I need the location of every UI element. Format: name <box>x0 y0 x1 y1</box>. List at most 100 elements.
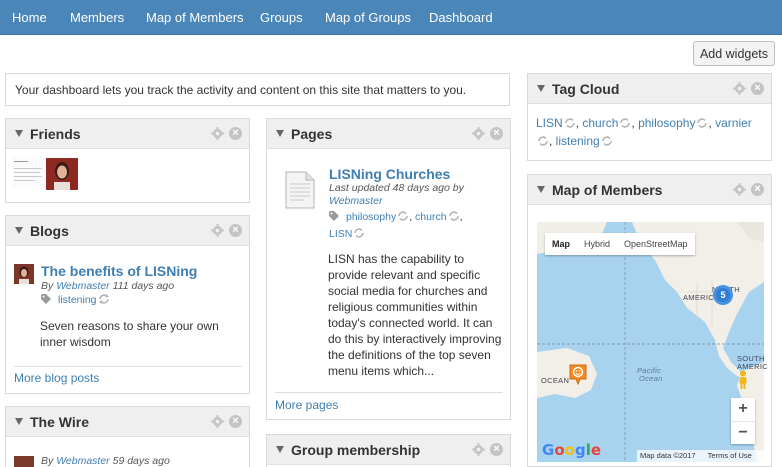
member-marker-icon[interactable] <box>568 363 588 385</box>
wire-author-link[interactable]: Webmaster <box>56 455 110 467</box>
tag-link-listening[interactable]: listening <box>58 294 97 306</box>
tag-cloud-lisn[interactable]: LISN <box>536 116 563 130</box>
gear-icon[interactable] <box>211 415 224 428</box>
by-prefix: By <box>41 280 54 292</box>
wire-byline: By Webmaster 59 days ago <box>41 455 170 467</box>
refresh-icon[interactable] <box>397 211 409 221</box>
close-icon[interactable]: × <box>490 127 503 140</box>
nav-dashboard[interactable]: Dashboard <box>429 10 493 25</box>
top-navigation: Home Members Map of Members Groups Map o… <box>0 0 782 35</box>
tag-link-lisn[interactable]: LISN <box>329 228 352 240</box>
nav-groups[interactable]: Groups <box>260 10 303 25</box>
divider <box>275 392 503 393</box>
friends-title: Friends <box>30 126 81 142</box>
refresh-icon[interactable] <box>448 211 460 221</box>
tag-icon <box>41 294 51 304</box>
map-type-openstreetmap[interactable]: OpenStreetMap <box>617 233 695 255</box>
map-type-control: Map Hybrid OpenStreetMap <box>545 233 695 255</box>
refresh-icon[interactable] <box>353 228 365 238</box>
page-excerpt: LISN has the capability to provide relev… <box>328 252 502 378</box>
refresh-icon[interactable] <box>98 294 110 304</box>
nav-members[interactable]: Members <box>70 10 124 25</box>
collapse-icon[interactable] <box>537 85 545 92</box>
tag-cloud-title: Tag Cloud <box>552 81 620 97</box>
wire-title: The Wire <box>30 414 89 430</box>
tag-link-philosophy[interactable]: philosophy <box>346 211 396 223</box>
page-title-link[interactable]: LISNing Churches <box>329 166 450 182</box>
gear-icon[interactable] <box>472 443 485 456</box>
close-icon[interactable]: × <box>751 82 764 95</box>
close-icon[interactable]: × <box>229 127 242 140</box>
gear-icon[interactable] <box>733 82 746 95</box>
map-type-map[interactable]: Map <box>545 233 577 255</box>
nav-home[interactable]: Home <box>12 10 47 25</box>
close-icon[interactable]: × <box>490 443 503 456</box>
refresh-icon[interactable] <box>564 118 576 128</box>
blog-tags: listening <box>41 294 110 306</box>
gear-icon[interactable] <box>472 127 485 140</box>
map-attribution: Map data ©2017 Terms of Use <box>637 450 764 462</box>
tag-cloud-list: LISN, church, philosophy, varnier , list… <box>536 116 752 148</box>
collapse-icon[interactable] <box>537 186 545 193</box>
blog-time-ago: 111 days ago <box>112 280 175 292</box>
by-prefix: By <box>41 455 54 467</box>
more-pages-link[interactable]: More pages <box>275 398 338 412</box>
blog-byline: By Webmaster 111 days ago <box>41 280 174 292</box>
tag-cloud-listening[interactable]: listening <box>556 134 600 148</box>
street-view-pegman-icon[interactable] <box>736 370 750 390</box>
document-icon <box>285 171 315 209</box>
map-data-credit: Map data ©2017 <box>640 451 696 460</box>
pages-header: Pages × <box>267 119 510 149</box>
more-blog-posts-link[interactable]: More blog posts <box>14 371 99 385</box>
close-icon[interactable]: × <box>229 224 242 237</box>
refresh-icon[interactable] <box>619 118 631 128</box>
close-icon[interactable]: × <box>751 183 764 196</box>
tag-cloud-varnier[interactable]: varnier <box>715 116 752 130</box>
members-map[interactable] <box>537 222 764 462</box>
friend-thumbnail[interactable] <box>12 157 46 187</box>
page-meta: Last updated 48 days ago by Webmaster <box>329 182 499 208</box>
member-cluster-marker[interactable]: 5 <box>713 285 733 305</box>
friends-header: Friends × <box>6 119 249 149</box>
refresh-icon[interactable] <box>601 136 613 146</box>
collapse-icon[interactable] <box>15 130 23 137</box>
gear-icon[interactable] <box>211 224 224 237</box>
map-of-members-title: Map of Members <box>552 182 663 198</box>
tag-cloud-header: Tag Cloud × <box>528 74 771 104</box>
blogs-header: Blogs × <box>6 216 249 246</box>
page-tags: philosophy, church, LISN <box>329 211 463 240</box>
gear-icon[interactable] <box>733 183 746 196</box>
map-label-ocean: OCEAN <box>541 376 570 385</box>
blog-author-link[interactable]: Webmaster <box>56 280 110 292</box>
tag-cloud-church[interactable]: church <box>582 116 618 130</box>
tag-cloud-philosophy[interactable]: philosophy <box>638 116 695 130</box>
zoom-in-button[interactable]: + <box>731 398 755 421</box>
add-widgets-button[interactable]: Add widgets <box>693 41 775 66</box>
tag-icon <box>329 211 339 221</box>
friend-avatar[interactable] <box>46 158 78 190</box>
page-author-link[interactable]: Webmaster <box>329 195 383 207</box>
collapse-icon[interactable] <box>15 418 23 425</box>
page-updated: Last updated 48 days ago by <box>329 182 464 194</box>
author-avatar[interactable] <box>14 456 34 467</box>
wire-header: The Wire × <box>6 407 249 437</box>
dashboard-intro: Your dashboard lets you track the activi… <box>5 73 510 106</box>
collapse-icon[interactable] <box>15 227 23 234</box>
blogs-title: Blogs <box>30 223 69 239</box>
zoom-out-button[interactable]: − <box>731 421 755 444</box>
divider <box>14 366 242 367</box>
map-terms-link[interactable]: Terms of Use <box>708 451 752 460</box>
nav-map-of-groups[interactable]: Map of Groups <box>325 10 411 25</box>
pages-title: Pages <box>291 126 333 142</box>
gear-icon[interactable] <box>211 127 224 140</box>
nav-map-of-members[interactable]: Map of Members <box>146 10 244 25</box>
collapse-icon[interactable] <box>276 130 284 137</box>
close-icon[interactable]: × <box>229 415 242 428</box>
collapse-icon[interactable] <box>276 446 284 453</box>
blog-post-title[interactable]: The benefits of LISNing <box>41 263 197 279</box>
author-avatar[interactable] <box>14 264 34 284</box>
refresh-icon[interactable] <box>696 118 708 128</box>
refresh-icon[interactable] <box>537 136 549 146</box>
map-type-hybrid[interactable]: Hybrid <box>577 233 617 255</box>
tag-link-church[interactable]: church <box>415 211 447 223</box>
